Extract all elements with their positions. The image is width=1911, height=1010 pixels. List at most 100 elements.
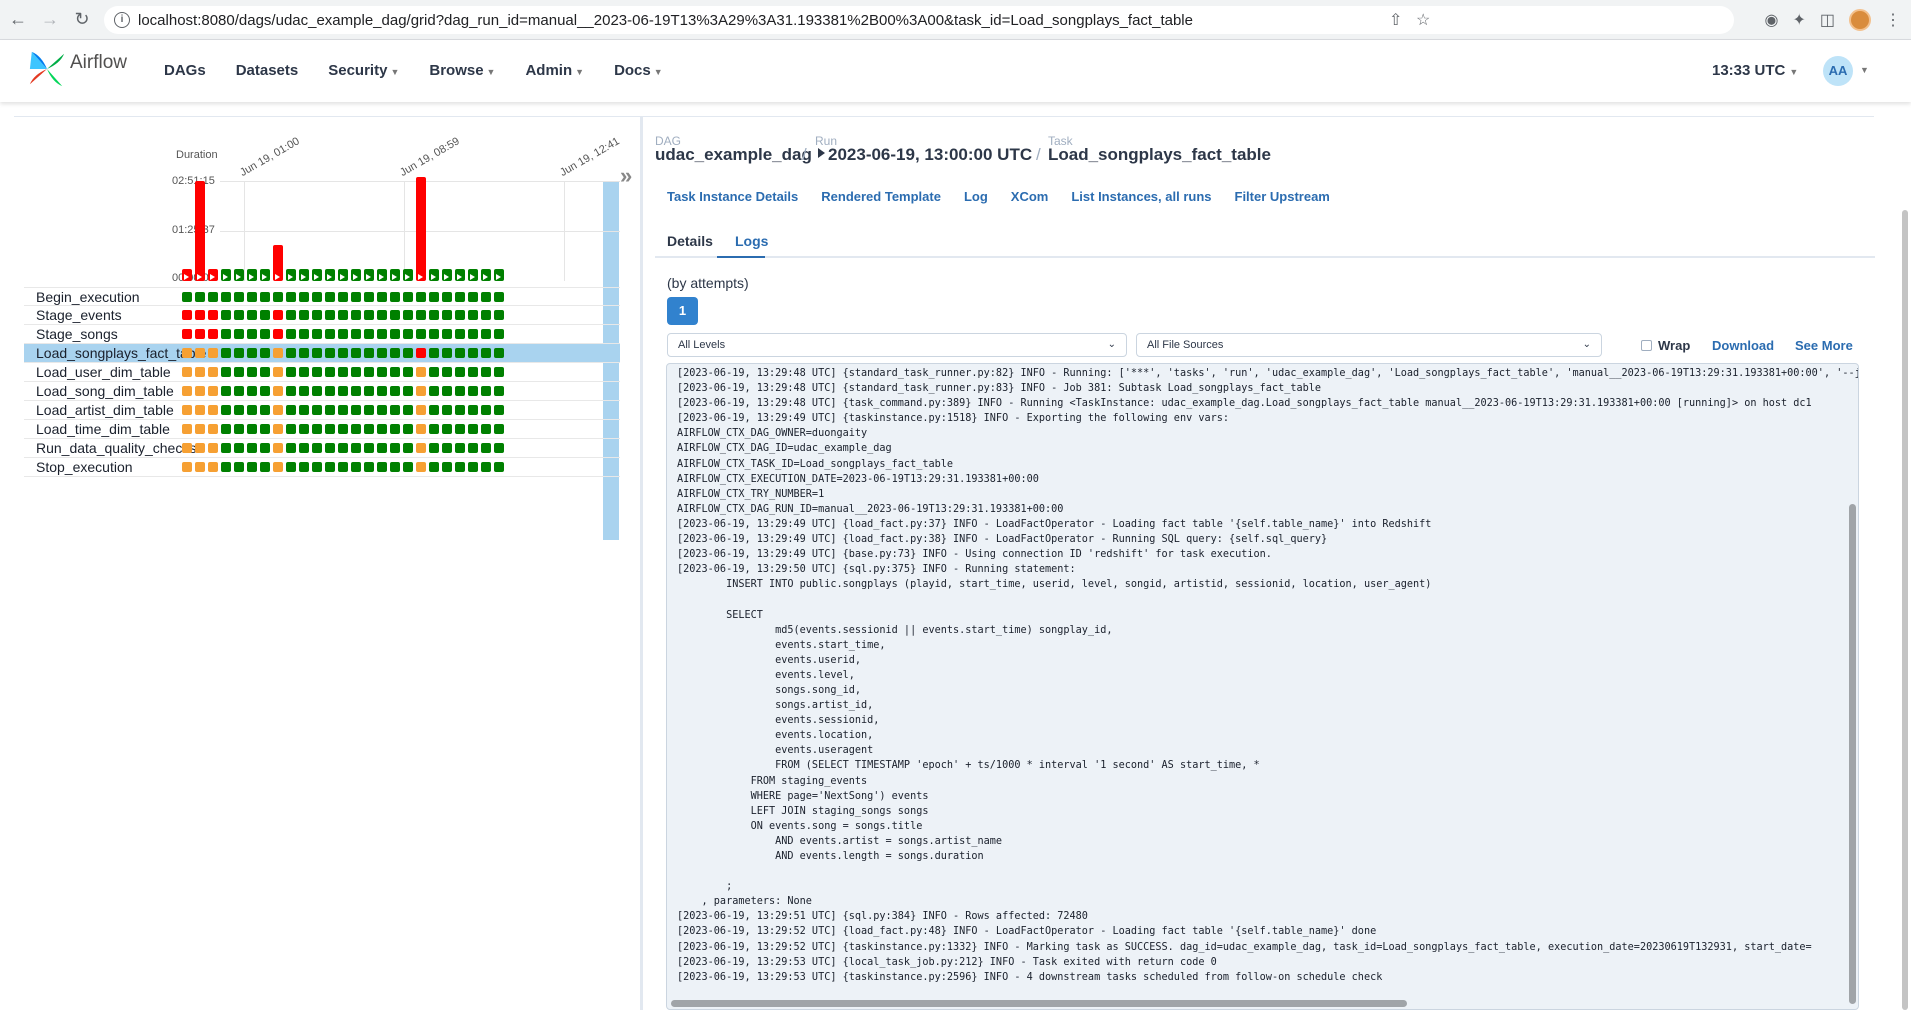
task-instance-cell[interactable] [234, 292, 244, 302]
task-instance-cell[interactable] [286, 405, 296, 415]
task-name[interactable]: Run_data_quality_checks [36, 440, 196, 456]
breadcrumb-task[interactable]: Load_songplays_fact_table [1048, 145, 1271, 165]
task-instance-cell[interactable] [403, 367, 413, 377]
task-instance-cell[interactable] [364, 329, 374, 339]
panel-splitter[interactable] [640, 117, 643, 1010]
task-instance-cell[interactable] [195, 310, 205, 320]
task-instance-cell[interactable] [312, 329, 322, 339]
task-instance-cell[interactable] [364, 348, 374, 358]
run-duration-bar[interactable] [481, 269, 491, 281]
task-instance-cell[interactable] [377, 348, 387, 358]
task-instance-cell[interactable] [299, 462, 309, 472]
task-row[interactable]: Load_time_dim_table [24, 420, 620, 439]
action-link[interactable]: Filter Upstream [1235, 189, 1330, 204]
task-instance-cell[interactable] [416, 310, 426, 320]
run-duration-bar[interactable] [182, 269, 192, 281]
task-instance-cell[interactable] [468, 386, 478, 396]
site-info-icon[interactable]: i [114, 12, 130, 28]
nav-item-admin[interactable]: Admin ▼ [525, 62, 584, 79]
task-instance-cell[interactable] [221, 367, 231, 377]
task-instance-cell[interactable] [390, 329, 400, 339]
task-instance-cell[interactable] [416, 386, 426, 396]
task-instance-cell[interactable] [481, 462, 491, 472]
run-duration-bar[interactable] [273, 245, 283, 281]
task-instance-cell[interactable] [403, 292, 413, 302]
task-instance-cell[interactable] [468, 462, 478, 472]
task-instance-cell[interactable] [377, 424, 387, 434]
task-instance-cell[interactable] [442, 329, 452, 339]
task-instance-cell[interactable] [234, 386, 244, 396]
run-duration-bar[interactable] [416, 177, 426, 281]
task-instance-cell[interactable] [299, 367, 309, 377]
run-duration-bar[interactable] [234, 269, 244, 281]
task-instance-cell[interactable] [208, 443, 218, 453]
log-horizontal-scrollbar[interactable] [671, 1000, 1407, 1007]
task-instance-cell[interactable] [195, 462, 205, 472]
task-instance-cell[interactable] [338, 443, 348, 453]
task-instance-cell[interactable] [299, 329, 309, 339]
run-duration-bar[interactable] [221, 269, 231, 281]
task-instance-cell[interactable] [221, 462, 231, 472]
address-bar[interactable]: i localhost:8080/dags/udac_example_dag/g… [104, 6, 1734, 34]
task-instance-cell[interactable] [312, 348, 322, 358]
task-instance-cell[interactable] [455, 443, 465, 453]
task-instance-cell[interactable] [442, 443, 452, 453]
task-instance-cell[interactable] [234, 462, 244, 472]
task-instance-cell[interactable] [195, 424, 205, 434]
task-instance-cell[interactable] [416, 405, 426, 415]
run-duration-bar[interactable] [390, 269, 400, 281]
task-instance-cell[interactable] [195, 367, 205, 377]
task-instance-cell[interactable] [325, 405, 335, 415]
task-instance-cell[interactable] [455, 310, 465, 320]
task-instance-cell[interactable] [260, 348, 270, 358]
task-instance-cell[interactable] [260, 405, 270, 415]
task-instance-cell[interactable] [221, 310, 231, 320]
task-instance-cell[interactable] [351, 443, 361, 453]
run-duration-bar[interactable] [351, 269, 361, 281]
task-instance-cell[interactable] [364, 443, 374, 453]
task-instance-cell[interactable] [195, 292, 205, 302]
task-instance-cell[interactable] [351, 462, 361, 472]
task-instance-cell[interactable] [273, 443, 283, 453]
task-instance-cell[interactable] [247, 405, 257, 415]
task-instance-cell[interactable] [377, 405, 387, 415]
task-instance-cell[interactable] [481, 424, 491, 434]
task-instance-cell[interactable] [325, 310, 335, 320]
task-instance-cell[interactable] [299, 443, 309, 453]
task-instance-cell[interactable] [260, 386, 270, 396]
action-link[interactable]: List Instances, all runs [1071, 189, 1211, 204]
nav-item-browse[interactable]: Browse ▼ [429, 62, 495, 79]
task-instance-cell[interactable] [273, 367, 283, 377]
task-instance-cell[interactable] [481, 310, 491, 320]
task-instance-cell[interactable] [182, 405, 192, 415]
run-duration-bar[interactable] [403, 269, 413, 281]
task-instance-cell[interactable] [234, 329, 244, 339]
run-duration-bar[interactable] [338, 269, 348, 281]
task-instance-cell[interactable] [351, 424, 361, 434]
task-instance-cell[interactable] [325, 462, 335, 472]
log-vertical-scrollbar[interactable] [1849, 504, 1856, 1004]
task-instance-cell[interactable] [195, 329, 205, 339]
task-instance-cell[interactable] [481, 405, 491, 415]
task-instance-cell[interactable] [234, 367, 244, 377]
url-text[interactable]: localhost:8080/dags/udac_example_dag/gri… [138, 12, 1193, 29]
task-instance-cell[interactable] [390, 367, 400, 377]
task-instance-cell[interactable] [468, 292, 478, 302]
task-instance-cell[interactable] [338, 405, 348, 415]
task-instance-cell[interactable] [338, 367, 348, 377]
tab-logs[interactable]: Logs [735, 233, 768, 249]
task-instance-cell[interactable] [442, 367, 452, 377]
nav-item-security[interactable]: Security ▼ [328, 62, 399, 79]
task-instance-cell[interactable] [377, 292, 387, 302]
task-instance-cell[interactable] [494, 310, 504, 320]
task-instance-cell[interactable] [416, 348, 426, 358]
task-name[interactable]: Load_time_dim_table [36, 421, 170, 437]
task-instance-cell[interactable] [403, 348, 413, 358]
task-instance-cell[interactable] [247, 348, 257, 358]
task-instance-cell[interactable] [481, 367, 491, 377]
nav-item-dags[interactable]: DAGs [164, 62, 206, 79]
tab-details[interactable]: Details [667, 233, 713, 249]
action-link[interactable]: XCom [1011, 189, 1049, 204]
task-instance-cell[interactable] [221, 443, 231, 453]
run-duration-bar[interactable] [325, 269, 335, 281]
